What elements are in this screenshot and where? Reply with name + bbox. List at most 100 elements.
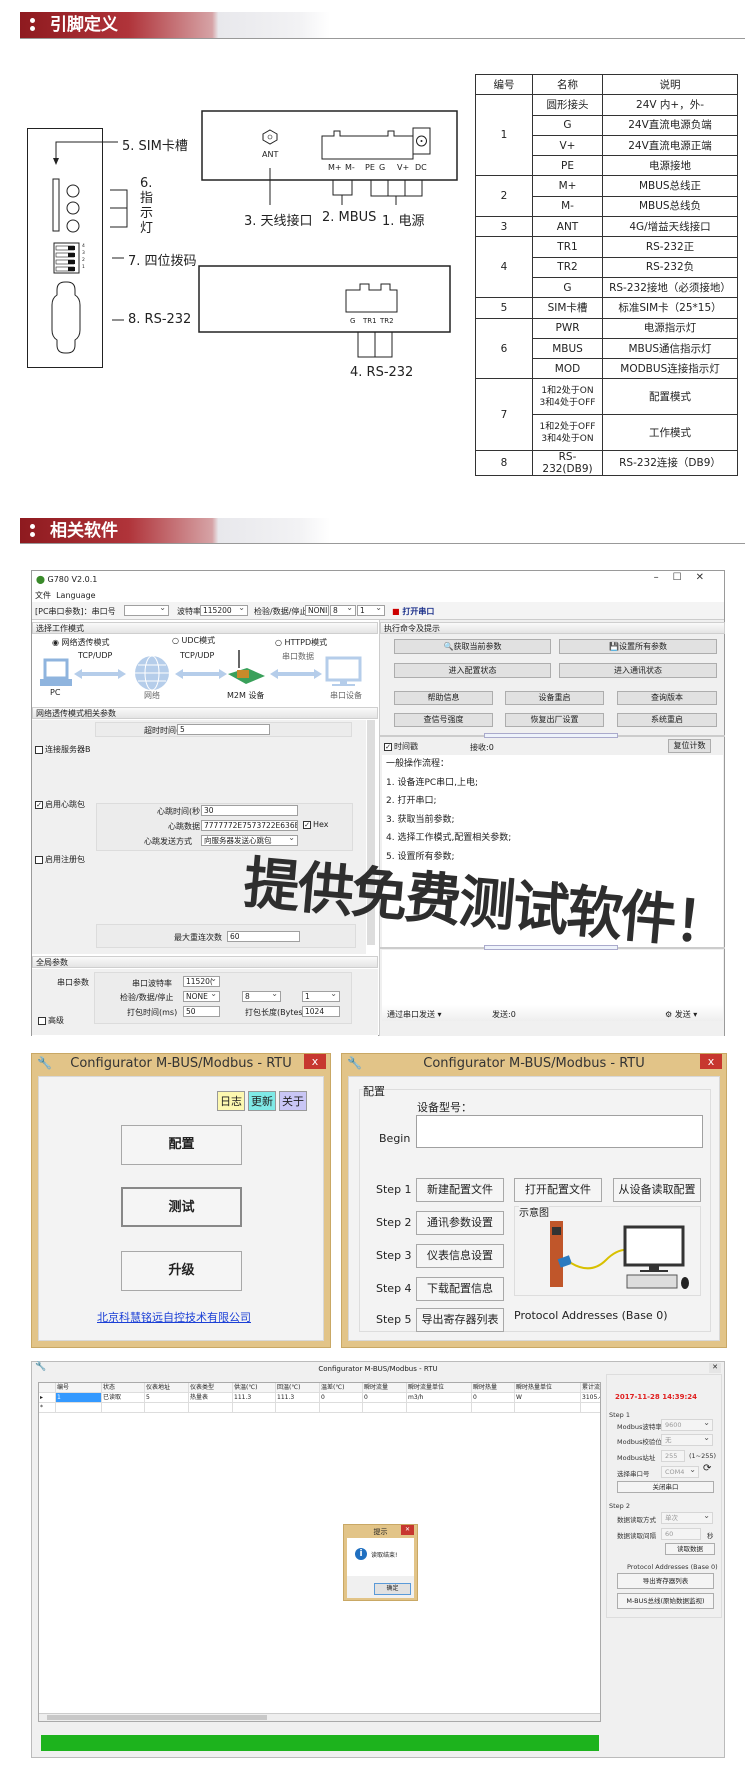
- column-header[interactable]: 仪表地址: [145, 1383, 189, 1393]
- column-header[interactable]: 瞬时流量单位: [407, 1383, 472, 1393]
- top-button-1[interactable]: 更新: [248, 1091, 276, 1111]
- enter-comm-button[interactable]: 进入通讯状态: [559, 663, 717, 678]
- company-link[interactable]: 北京科慧铭远自控技术有限公司: [97, 1309, 251, 1325]
- factory-reset-button[interactable]: 恢复出厂设置: [505, 713, 604, 727]
- send-input[interactable]: [382, 950, 723, 1005]
- table-cell[interactable]: 已读取: [102, 1393, 145, 1403]
- table-cell[interactable]: 0: [363, 1393, 407, 1403]
- pack-time-input[interactable]: 50: [183, 1006, 220, 1017]
- step-button[interactable]: 导出寄存器列表: [416, 1308, 504, 1332]
- column-header[interactable]: 回温(℃): [276, 1383, 320, 1393]
- heartbeat-checkbox[interactable]: ✓ 启用心跳包: [35, 799, 85, 810]
- mbus-monitor-button[interactable]: M-BUS总线(原始数据监视): [617, 1593, 714, 1609]
- empty-cell[interactable]: [320, 1403, 363, 1413]
- table-cell[interactable]: 5: [145, 1393, 189, 1403]
- enter-config-button[interactable]: 进入配置状态: [394, 663, 551, 678]
- dialog-ok-button[interactable]: 确定: [374, 1583, 411, 1595]
- signal-strength-button[interactable]: 查信号强度: [394, 713, 493, 727]
- empty-cell[interactable]: [145, 1403, 189, 1413]
- g-parity-select[interactable]: NONE: [183, 991, 220, 1002]
- refresh-icon[interactable]: ⟳: [703, 1463, 711, 1474]
- data-bits-select[interactable]: 8: [330, 605, 356, 616]
- config-button[interactable]: 配置: [121, 1125, 242, 1165]
- new-row-icon[interactable]: *: [39, 1403, 56, 1413]
- open-port-button[interactable]: ■ 打开串口: [392, 606, 434, 617]
- column-header[interactable]: 编号: [56, 1383, 102, 1393]
- table-cell[interactable]: m3/h: [407, 1393, 472, 1403]
- empty-cell[interactable]: [407, 1403, 472, 1413]
- menu-file[interactable]: 文件: [35, 591, 51, 600]
- port-select[interactable]: COM4: [661, 1464, 699, 1478]
- server-b-checkbox[interactable]: 连接服务器B: [35, 744, 91, 755]
- g-baud-select[interactable]: 11520(: [183, 976, 220, 987]
- open-config-file-button[interactable]: 打开配置文件: [514, 1178, 602, 1202]
- step-button[interactable]: 通讯参数设置: [416, 1211, 504, 1235]
- empty-cell[interactable]: [515, 1403, 581, 1413]
- system-restart-button[interactable]: 系统重启: [617, 713, 717, 727]
- column-header[interactable]: 累计流量: [581, 1383, 600, 1393]
- empty-cell[interactable]: [56, 1403, 102, 1413]
- row-selector-icon[interactable]: ▸: [39, 1393, 56, 1403]
- modbus-parity-select[interactable]: 无: [661, 1432, 713, 1446]
- data-grid[interactable]: 编号 状态 仪表地址 仪表类型 供温(℃) 回温(℃) 温差(℃) 瞬时流量 瞬时流量单位 瞬时热…: [38, 1382, 601, 1722]
- column-header[interactable]: 瞬时热量单位: [515, 1383, 581, 1393]
- empty-cell[interactable]: [189, 1403, 233, 1413]
- send-via-dropdown[interactable]: 通过串口发送 ▾: [387, 1009, 442, 1020]
- minimize-icon[interactable]: –: [654, 572, 673, 583]
- parity-select[interactable]: NONI: [305, 605, 329, 616]
- table-cell[interactable]: 0: [472, 1393, 515, 1403]
- column-header[interactable]: 瞬时热量: [472, 1383, 515, 1393]
- step-button[interactable]: 仪表信息设置: [416, 1244, 504, 1268]
- hb-data-input[interactable]: 7777772E7573722E636E: [201, 820, 298, 831]
- modbus-addr-input[interactable]: 255: [661, 1450, 685, 1462]
- upgrade-button[interactable]: 升级: [121, 1251, 242, 1291]
- port-select[interactable]: [124, 605, 169, 616]
- horizontal-scrollbar[interactable]: [39, 1713, 600, 1721]
- table-cell[interactable]: 热量表: [189, 1393, 233, 1403]
- table-cell[interactable]: 111.3: [276, 1393, 320, 1403]
- top-button-2[interactable]: 关于: [279, 1091, 307, 1111]
- test-button[interactable]: 测试: [121, 1187, 242, 1227]
- close-port-button[interactable]: 关闭串口: [617, 1481, 714, 1493]
- mode-radio-udc[interactable]: ○ UDC模式: [172, 635, 215, 646]
- device-restart-button[interactable]: 设备重启: [505, 691, 604, 705]
- column-header[interactable]: 温差(℃): [320, 1383, 363, 1393]
- top-button-0[interactable]: 日志: [217, 1091, 245, 1111]
- hex-checkbox[interactable]: ✓ Hex: [303, 820, 329, 829]
- close-button[interactable]: x: [700, 1054, 722, 1069]
- empty-cell[interactable]: [472, 1403, 515, 1413]
- table-cell[interactable]: W: [515, 1393, 581, 1403]
- empty-cell[interactable]: [363, 1403, 407, 1413]
- table-cell[interactable]: 1: [56, 1393, 102, 1403]
- help-button[interactable]: 帮助信息: [394, 691, 493, 705]
- splitter[interactable]: [380, 733, 725, 738]
- empty-cell[interactable]: [233, 1403, 276, 1413]
- max-reconnect-input[interactable]: 60: [227, 931, 300, 942]
- g-data-bits-select[interactable]: 8: [242, 991, 281, 1002]
- register-checkbox[interactable]: 启用注册包: [35, 854, 85, 865]
- get-params-button[interactable]: 🔍获取当前参数: [394, 639, 551, 654]
- column-header[interactable]: 状态: [102, 1383, 145, 1393]
- interval-input[interactable]: 60: [661, 1528, 701, 1540]
- step-button[interactable]: 下载配置信息: [416, 1277, 504, 1301]
- empty-cell[interactable]: [581, 1403, 600, 1413]
- splitter-handle[interactable]: [484, 733, 618, 738]
- scrollbar-thumb[interactable]: [47, 1715, 267, 1720]
- timestamp-checkbox[interactable]: ✓ 时间戳: [384, 741, 418, 752]
- table-cell[interactable]: 0: [320, 1393, 363, 1403]
- column-header[interactable]: 瞬时流量: [363, 1383, 407, 1393]
- g-stop-bits-select[interactable]: 1: [302, 991, 340, 1002]
- table-cell[interactable]: 3105.495: [581, 1393, 600, 1403]
- column-header[interactable]: 仪表类型: [189, 1383, 233, 1393]
- modbus-baud-select[interactable]: 9600: [661, 1417, 713, 1431]
- close-button[interactable]: x: [304, 1054, 326, 1069]
- timeout-input[interactable]: 5: [177, 724, 270, 735]
- begin-input[interactable]: [416, 1115, 703, 1148]
- close-icon[interactable]: ✕: [709, 1363, 721, 1373]
- step-button[interactable]: 新建配置文件: [416, 1178, 504, 1202]
- table-cell[interactable]: 111.3: [233, 1393, 276, 1403]
- query-version-button[interactable]: 查询版本: [617, 691, 717, 705]
- column-header[interactable]: 供温(℃): [233, 1383, 276, 1393]
- dialog-close-icon[interactable]: ✕: [401, 1525, 414, 1535]
- stop-bits-select[interactable]: 1: [357, 605, 385, 616]
